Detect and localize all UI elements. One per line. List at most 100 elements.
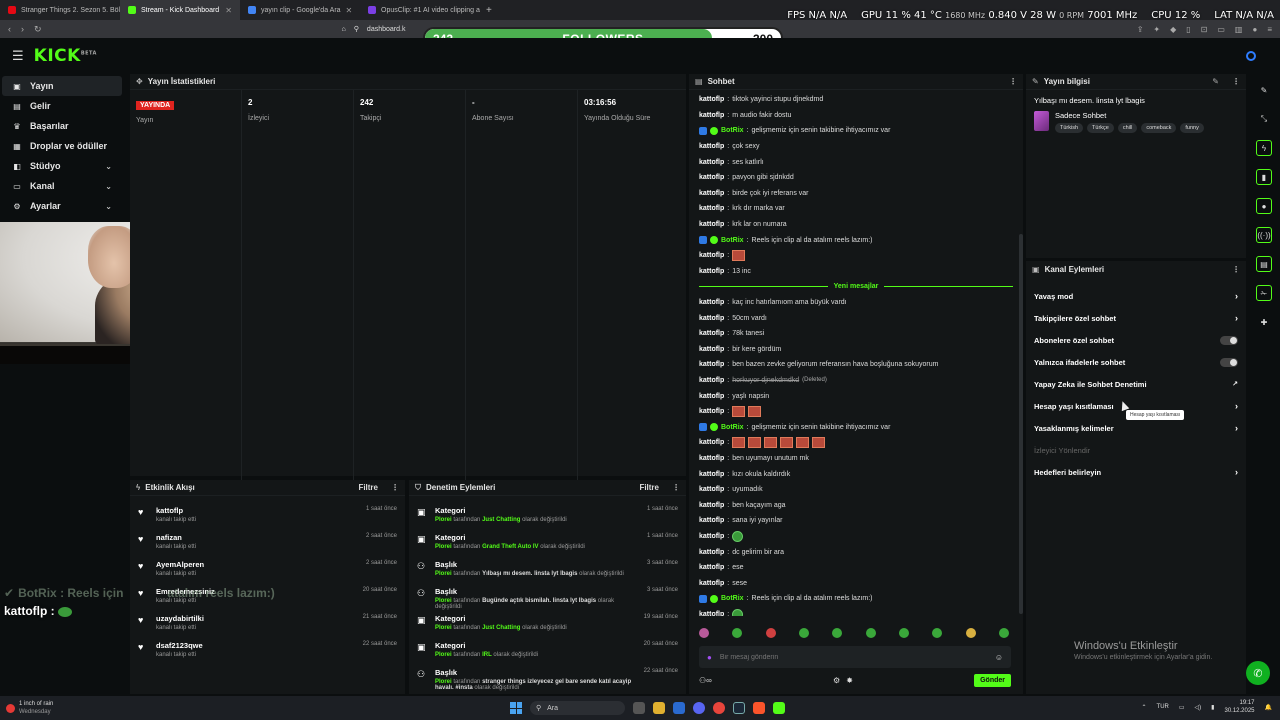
chat-username[interactable]: kattoflp: [699, 564, 724, 571]
url-text[interactable]: dashboard.k: [367, 26, 406, 33]
chat-username[interactable]: kattoflp: [699, 299, 724, 306]
emote-icon[interactable]: [965, 628, 976, 638]
menu-icon[interactable]: ≡: [1267, 25, 1272, 34]
chat-username[interactable]: kattoflp: [699, 393, 724, 400]
chat-username[interactable]: BotRix: [721, 127, 744, 134]
chevron-up-icon[interactable]: ⌃: [1142, 704, 1147, 711]
channel-action-item[interactable]: Takipçilere özel sohbet ›: [1026, 307, 1246, 329]
brave-icon[interactable]: [753, 702, 765, 714]
chat-username[interactable]: BotRix: [721, 595, 744, 602]
network-icon[interactable]: ▭: [1179, 704, 1185, 711]
wrench-icon[interactable]: ✁: [1256, 285, 1272, 301]
chat-bubble-icon[interactable]: ●: [1256, 198, 1272, 214]
stream-tag[interactable]: Türkçe: [1087, 123, 1114, 133]
file-explorer-icon[interactable]: [653, 702, 665, 714]
extension-icon[interactable]: ✦: [1153, 25, 1160, 34]
notification-icon[interactable]: 🔔: [1265, 704, 1272, 711]
volume-icon[interactable]: ◁): [1195, 704, 1202, 711]
menu-icon[interactable]: ☰: [12, 48, 24, 64]
stream-tag[interactable]: Türkish: [1055, 123, 1084, 133]
expand-icon[interactable]: ⤡: [1256, 111, 1272, 127]
emote-icon[interactable]: [798, 628, 809, 638]
document-icon[interactable]: ▮: [1256, 169, 1272, 185]
steam-icon[interactable]: [733, 702, 745, 714]
sidebar-item[interactable]: ⚙ Ayarlar ⌄: [2, 196, 122, 216]
toggle-switch[interactable]: [1220, 335, 1238, 345]
activity-user[interactable]: dsaf2123qwe: [156, 641, 355, 650]
pencil-icon[interactable]: ✎: [1256, 82, 1272, 98]
bookmark-icon[interactable]: ⌂: [342, 26, 346, 33]
whatsapp-icon[interactable]: ✆: [1246, 661, 1270, 685]
back-icon[interactable]: ‹: [8, 24, 11, 35]
emote-icon[interactable]: [932, 628, 943, 638]
weather-widget[interactable]: 1 inch of rain Wednesday: [0, 700, 53, 716]
activity-user[interactable]: AyemAlperen: [156, 560, 358, 569]
reload-icon[interactable]: ↻: [34, 24, 42, 35]
chat-username[interactable]: kattoflp: [699, 205, 724, 212]
emote-icon[interactable]: [765, 628, 776, 638]
taskbar-search[interactable]: ⚲ Ara: [530, 701, 625, 715]
lightning-icon[interactable]: ϟ: [1256, 140, 1272, 156]
more-options-icon[interactable]: ⋮: [1232, 265, 1240, 274]
emote-icon[interactable]: [832, 628, 843, 638]
close-tab-icon[interactable]: ✕: [225, 6, 232, 15]
more-options-icon[interactable]: ⋮: [1009, 77, 1017, 86]
chat-username[interactable]: kattoflp: [699, 174, 724, 181]
chat-username[interactable]: kattoflp: [699, 252, 724, 259]
emote-icon[interactable]: [699, 628, 709, 638]
browser-tab[interactable]: yayın clip - Google'da Ara ✕: [240, 0, 360, 20]
chat-username[interactable]: kattoflp: [699, 361, 724, 368]
chat-username[interactable]: kattoflp: [699, 221, 724, 228]
chat-username[interactable]: kattoflp: [699, 580, 724, 587]
stream-tag[interactable]: comeback: [1141, 123, 1177, 133]
more-options-icon[interactable]: ⋮: [672, 483, 680, 492]
sidebar-item[interactable]: ◧ Stüdyo ⌄: [2, 156, 122, 176]
chat-scrollbar[interactable]: [1019, 234, 1023, 614]
chat-username[interactable]: kattoflp: [699, 315, 724, 322]
send-button[interactable]: Gönder: [974, 673, 1011, 687]
browser-tab[interactable]: OpusClip: #1 AI video clipping and e✕: [360, 0, 480, 20]
browser-tab[interactable]: Stranger Things 2. Sezon 5. Bölüm iz✕: [0, 0, 120, 20]
screenshot-icon[interactable]: ⊡: [1201, 25, 1208, 34]
mic-icon[interactable]: ●: [707, 653, 712, 662]
task-view-icon[interactable]: [633, 702, 645, 714]
edit-icon[interactable]: ✎: [1212, 77, 1219, 86]
broadcast-icon[interactable]: ((·)): [1256, 227, 1272, 243]
chat-username[interactable]: kattoflp: [699, 455, 724, 462]
chat-tools-icon[interactable]: ⚇∞: [699, 676, 712, 685]
emote-icon[interactable]: [732, 628, 743, 638]
share-icon[interactable]: ⇪: [1137, 25, 1144, 34]
moderation-filter-button[interactable]: Filtre: [639, 483, 659, 492]
emote-icon[interactable]: [998, 628, 1009, 638]
storage-icon[interactable]: ▤: [1256, 256, 1272, 272]
chat-username[interactable]: kattoflp: [699, 439, 724, 446]
channel-action-item[interactable]: Yapay Zeka ile Sohbet Denetimi ↗: [1026, 373, 1246, 395]
wallet-icon[interactable]: ▭: [1217, 25, 1225, 34]
chat-input[interactable]: [719, 653, 987, 661]
chat-username[interactable]: kattoflp: [699, 517, 724, 524]
sidebar-item[interactable]: ▭ Kanal ⌄: [2, 176, 122, 196]
extension-icon[interactable]: ◆: [1170, 25, 1176, 34]
chat-username[interactable]: kattoflp: [699, 486, 724, 493]
channel-action-item[interactable]: Yalnızca ifadelerle sohbet: [1026, 351, 1246, 373]
mod-tools-icon[interactable]: ✸: [846, 676, 853, 685]
chat-username[interactable]: kattoflp: [699, 533, 724, 540]
chat-username[interactable]: kattoflp: [699, 471, 724, 478]
browser-tab[interactable]: Stream - Kick Dashboard ✕: [120, 0, 240, 20]
kick-logo[interactable]: KICKBETA: [34, 46, 97, 66]
sidebar-item[interactable]: ▦ Droplar ve ödüller: [2, 136, 122, 156]
site-info-icon[interactable]: ⚲: [354, 25, 359, 33]
add-widget-icon[interactable]: ✚: [1256, 314, 1272, 330]
start-menu-icon[interactable]: [510, 702, 522, 714]
emote-icon[interactable]: [865, 628, 876, 638]
emoji-picker-icon[interactable]: ☺: [995, 653, 1003, 662]
photos-icon[interactable]: [673, 702, 685, 714]
channel-action-item[interactable]: Yasaklanmış kelimeler ›: [1026, 417, 1246, 439]
sidebar-item[interactable]: ♛ Başarılar: [2, 116, 122, 136]
stream-tag[interactable]: funny: [1180, 123, 1204, 133]
discord-icon[interactable]: [693, 702, 705, 714]
language-indicator[interactable]: TUR: [1157, 704, 1169, 710]
chrome-icon[interactable]: [713, 702, 725, 714]
activity-filter-button[interactable]: Filtre: [358, 483, 378, 492]
chat-username[interactable]: kattoflp: [699, 159, 724, 166]
